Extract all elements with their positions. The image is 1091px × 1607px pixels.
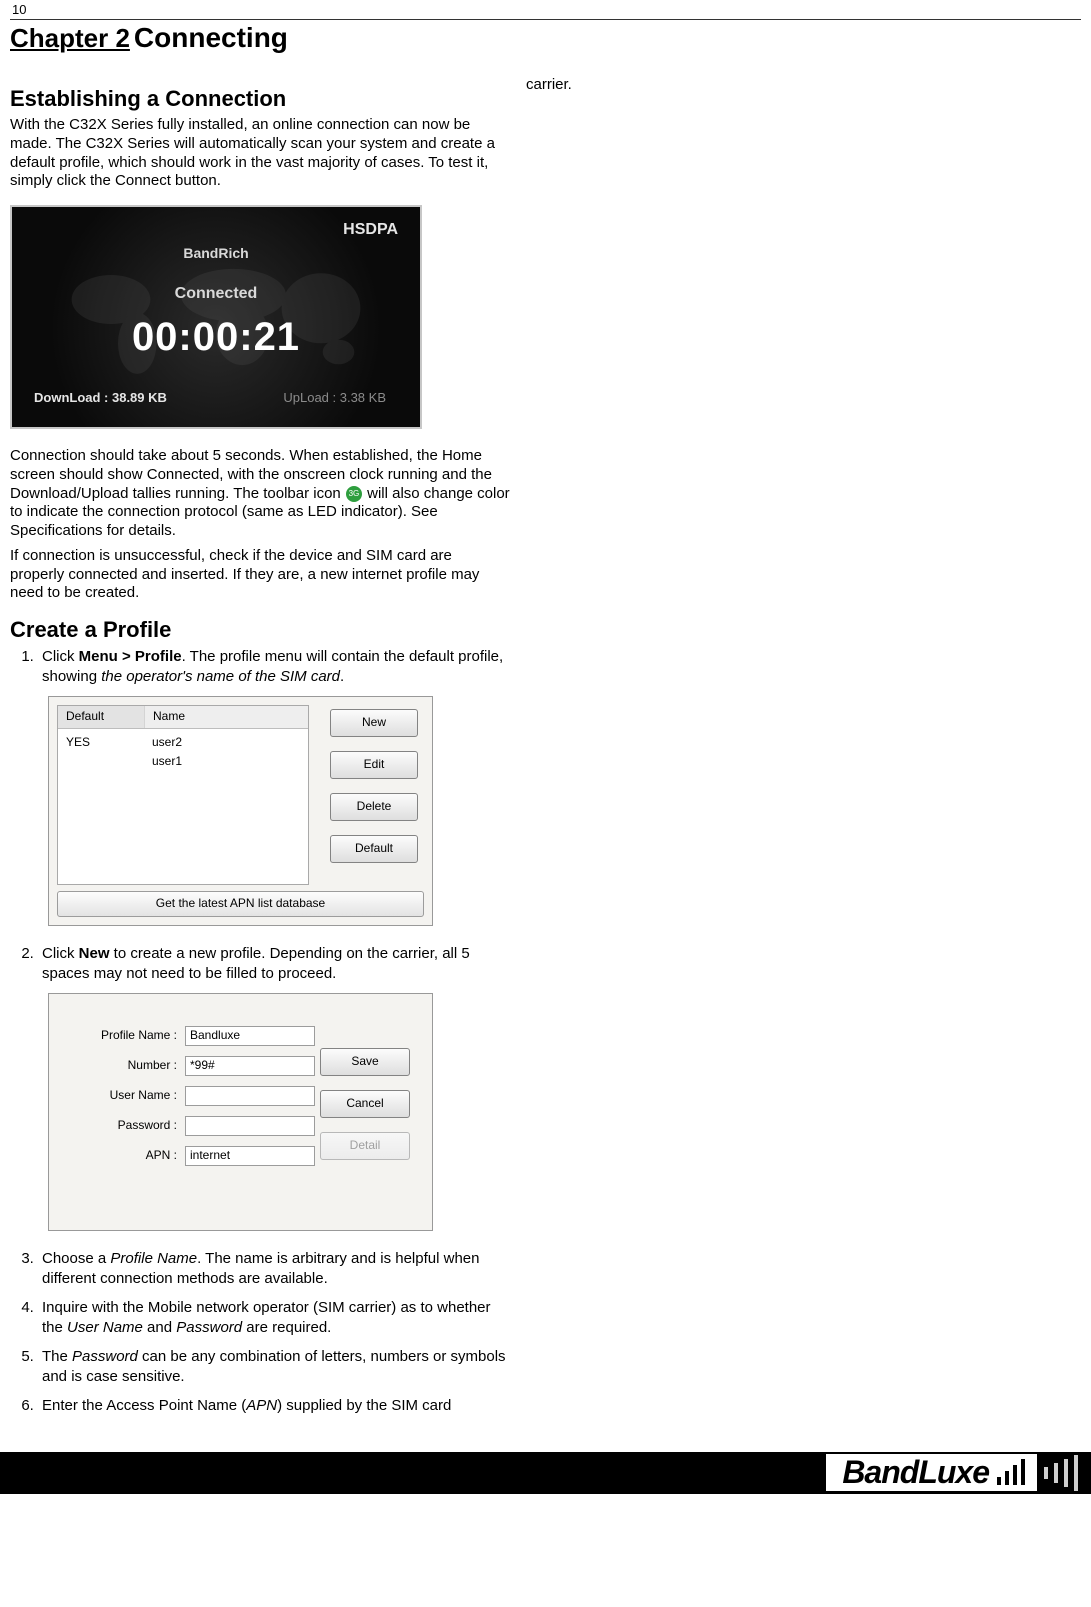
new-profile-dialog: Profile Name : Bandluxe Number : *99# Us…: [48, 993, 433, 1231]
connection-troubleshoot-paragraph: If connection is unsuccessful, check if …: [10, 547, 510, 603]
save-button[interactable]: Save: [320, 1048, 410, 1076]
cancel-button[interactable]: Cancel: [320, 1090, 410, 1118]
user-name-label: User Name :: [57, 1088, 185, 1104]
section-establishing-heading: Establishing a Connection: [10, 86, 510, 112]
chapter-heading: Chapter 2 Connecting: [10, 22, 1081, 54]
top-divider: [10, 19, 1081, 20]
number-label: Number :: [57, 1058, 185, 1074]
detail-button[interactable]: Detail: [320, 1132, 410, 1160]
upload-stat: UpLoad : 3.38 KB: [283, 390, 386, 405]
step-1: Click Menu > Profile. The profile menu w…: [38, 647, 510, 926]
step-2: Click New to create a new profile. Depen…: [38, 944, 510, 1231]
edit-button[interactable]: Edit: [330, 751, 418, 779]
connection-clock: 00:00:21: [12, 315, 420, 360]
table-row[interactable]: YES user2: [58, 733, 308, 753]
footer-bar: BandLuxe: [0, 1452, 1091, 1494]
footer-logo-text: BandLuxe: [842, 1454, 989, 1491]
apn-label: APN :: [57, 1148, 185, 1164]
download-stat: DownLoad : 38.89 KB: [34, 390, 167, 405]
section-create-profile-heading: Create a Profile: [10, 617, 510, 643]
password-label: Password :: [57, 1118, 185, 1134]
toolbar-3g-icon: 3G: [346, 486, 362, 502]
network-mode-label: HSDPA: [343, 221, 398, 239]
profile-list-dialog: Default Name YES user2 user1: [48, 696, 433, 926]
delete-button[interactable]: Delete: [330, 793, 418, 821]
step-3: Choose a Profile Name. The name is arbit…: [38, 1249, 510, 1288]
connection-status-screenshot: HSDPA BandRich Connected 00:00:21 DownLo…: [10, 205, 422, 429]
section-establishing-intro: With the C32X Series fully installed, an…: [10, 116, 510, 191]
profile-name-label: Profile Name :: [57, 1028, 185, 1044]
apn-input[interactable]: internet: [185, 1146, 315, 1166]
table-row[interactable]: user1: [58, 752, 308, 772]
page-number: 10: [10, 0, 1081, 17]
default-button[interactable]: Default: [330, 835, 418, 863]
profile-name-input[interactable]: Bandluxe: [185, 1026, 315, 1046]
col-header-default[interactable]: Default: [58, 706, 145, 728]
cell-name: user2: [144, 733, 308, 753]
password-input[interactable]: [185, 1116, 315, 1136]
step-4: Inquire with the Mobile network operator…: [38, 1298, 510, 1337]
cell-default: [58, 752, 144, 772]
signal-icon: [995, 1459, 1029, 1487]
new-button[interactable]: New: [330, 709, 418, 737]
cell-default: YES: [58, 733, 144, 753]
col-header-name[interactable]: Name: [145, 706, 308, 728]
table-header-row: Default Name: [58, 706, 308, 729]
footer-stripes-icon: [1041, 1452, 1081, 1494]
connection-status-label: Connected: [12, 285, 420, 303]
profile-list-table[interactable]: Default Name YES user2 user1: [57, 705, 309, 885]
connection-explain-paragraph: Connection should take about 5 seconds. …: [10, 447, 510, 541]
step-6: Enter the Access Point Name (APN) suppli…: [38, 1396, 510, 1416]
bandluxe-logo: BandLuxe: [826, 1454, 1037, 1491]
user-name-input[interactable]: [185, 1086, 315, 1106]
chapter-title: Connecting: [134, 22, 288, 54]
brand-label: BandRich: [12, 245, 420, 261]
carrier-fragment: carrier.: [526, 76, 572, 93]
get-apn-database-button[interactable]: Get the latest APN list database: [57, 891, 424, 917]
number-input[interactable]: *99#: [185, 1056, 315, 1076]
chapter-link[interactable]: Chapter 2: [10, 23, 130, 54]
step-5: The Password can be any combination of l…: [38, 1347, 510, 1386]
cell-name: user1: [144, 752, 308, 772]
